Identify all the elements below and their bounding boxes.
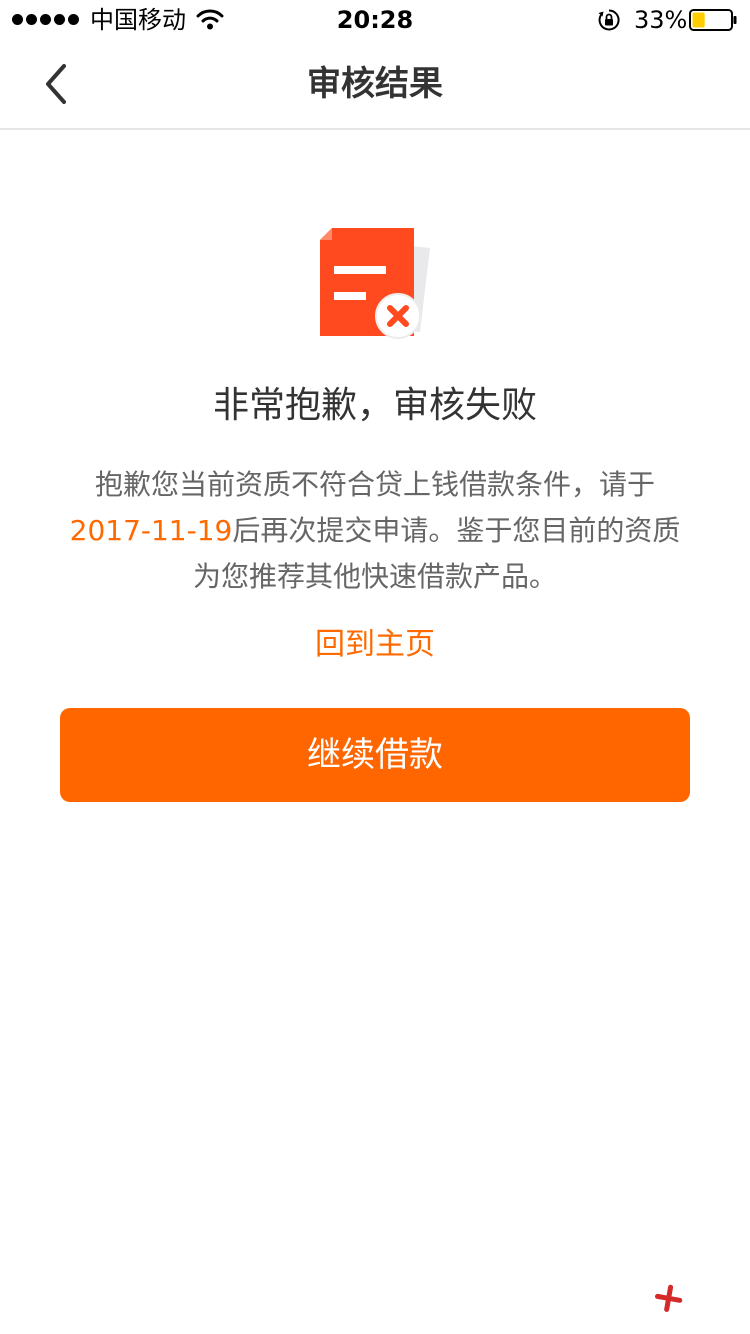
result-message: 抱歉您当前资质不符合贷上钱借款条件，请于 2017-11-19后再次提交申请。鉴于…: [60, 462, 690, 600]
message-text-after-date: 后再次提交申请。鉴于您目前的资质为您推荐其他快速借款产品。: [192, 514, 681, 593]
reapply-date: 2017-11-19: [69, 514, 233, 547]
battery-percent: 33%: [634, 6, 688, 34]
watermark: 卡农社区: [634, 1218, 750, 1333]
review-result-screen: 中国移动 20:28 33% 审核结果 非常抱歉，审核失败 抱歉您当前资质不符合…: [0, 0, 750, 1334]
battery-level-fill: [692, 12, 705, 28]
continue-borrowing-button[interactable]: 继续借款: [60, 708, 690, 802]
rotation-lock-icon: [598, 9, 620, 31]
message-text-before-date: 抱歉您当前资质不符合贷上钱借款条件，请于: [94, 468, 655, 501]
watermark-text: 卡农社区: [672, 1235, 750, 1302]
back-to-home-link[interactable]: 回到主页: [0, 624, 750, 666]
result-title: 非常抱歉，审核失败: [212, 385, 537, 426]
navigation-bar: 审核结果: [0, 40, 750, 130]
status-bar: 中国移动 20:28 33%: [0, 0, 750, 40]
battery-icon: [689, 9, 737, 31]
document-rejected-icon: [320, 228, 430, 339]
page-title: 审核结果: [307, 64, 443, 104]
